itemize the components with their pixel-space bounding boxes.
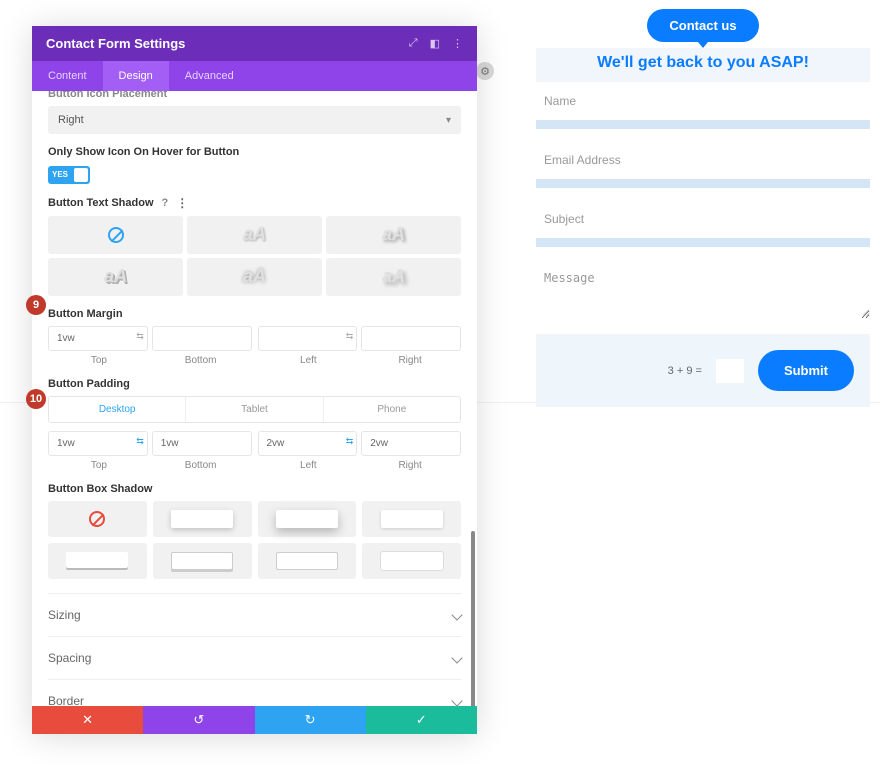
box-shadow-7[interactable]	[362, 543, 461, 579]
margin-bottom-input[interactable]	[152, 326, 252, 351]
subject-input[interactable]	[536, 200, 870, 238]
device-desktop[interactable]: Desktop	[49, 397, 185, 422]
confirm-button[interactable]: ✓	[366, 706, 477, 734]
toggle-text: YES	[48, 170, 68, 179]
name-input[interactable]	[536, 82, 870, 120]
link-icon[interactable]: ⇆	[346, 436, 354, 447]
scrollbar[interactable]	[471, 531, 475, 706]
settings-gear-float[interactable]: ⚙	[476, 62, 494, 80]
captcha-input[interactable]	[716, 359, 744, 383]
help-icon[interactable]: ?	[162, 197, 169, 209]
undo-button[interactable]: ↺	[143, 706, 254, 734]
preview-heading-wrap: We'll get back to you ASAP!	[536, 48, 870, 82]
acc-spacing[interactable]: Spacing	[48, 637, 461, 680]
preview-heading: We'll get back to you ASAP!	[536, 54, 870, 72]
chevron-down-icon	[451, 609, 462, 620]
padding-top-input[interactable]	[48, 431, 148, 456]
tab-content[interactable]: Content	[32, 61, 103, 91]
select-caret-icon: ▾	[446, 115, 451, 126]
box-shadow-2[interactable]	[258, 501, 357, 537]
margin-right-input[interactable]	[361, 326, 461, 351]
panel-header: Contact Form Settings ⤢ ◧ ⋮	[32, 26, 477, 61]
chevron-down-icon	[451, 695, 462, 706]
acc-sizing[interactable]: Sizing	[48, 594, 461, 637]
box-shadow-none[interactable]	[48, 501, 147, 537]
redo-button[interactable]: ↻	[255, 706, 366, 734]
text-shadow-2[interactable]: aA	[326, 216, 461, 254]
label-box-shadow: Button Box Shadow	[48, 483, 461, 495]
padding-bottom-input[interactable]	[152, 431, 252, 456]
text-shadow-4[interactable]: aA	[187, 258, 322, 296]
email-input[interactable]	[536, 141, 870, 179]
icon-placement-select[interactable]: Right ▾	[48, 106, 461, 134]
label-text-shadow: Button Text Shadow ? ⋮	[48, 196, 461, 210]
label-icon-placement: Button Icon Placement	[48, 91, 461, 100]
panel-title: Contact Form Settings	[46, 36, 185, 51]
link-icon[interactable]: ⇆	[346, 331, 354, 342]
accordion: Sizing Spacing Border Box Shadow Filters	[48, 593, 461, 707]
text-shadow-none[interactable]	[48, 216, 183, 254]
device-tablet[interactable]: Tablet	[185, 397, 322, 422]
padding-left-input[interactable]	[258, 431, 358, 456]
skeleton-line	[536, 238, 870, 247]
label-button-margin: Button Margin	[48, 308, 461, 320]
link-icon[interactable]: ⇆	[136, 436, 144, 447]
device-phone[interactable]: Phone	[323, 397, 460, 422]
menu-dots-icon[interactable]: ⋮	[452, 37, 463, 50]
marker-10: 10	[26, 389, 46, 409]
box-shadow-5[interactable]	[153, 543, 252, 579]
box-shadow-1[interactable]	[153, 501, 252, 537]
contact-us-button[interactable]: Contact us	[647, 9, 758, 42]
resize-handle-icon[interactable]	[860, 306, 870, 316]
marker-9: 9	[26, 295, 46, 315]
options-dots-icon[interactable]: ⋮	[176, 196, 188, 210]
panel-footer: ✕ ↺ ↻ ✓	[32, 706, 477, 734]
ban-icon	[89, 511, 105, 527]
skeleton-line	[536, 120, 870, 129]
icon-placement-value: Right	[58, 114, 84, 126]
text-shadow-1[interactable]: aA	[187, 216, 322, 254]
label-hover-icon: Only Show Icon On Hover for Button	[48, 146, 461, 158]
box-shadow-6[interactable]	[258, 543, 357, 579]
tab-advanced[interactable]: Advanced	[169, 61, 250, 91]
tabs: Content Design Advanced	[32, 61, 477, 91]
tab-design[interactable]: Design	[103, 61, 169, 91]
text-shadow-3[interactable]: aA	[48, 258, 183, 296]
captcha-row: 3 + 9 = Submit	[536, 334, 870, 407]
ban-icon	[108, 227, 124, 243]
margin-top-input[interactable]	[48, 326, 148, 351]
grid-icon[interactable]: ◧	[430, 37, 440, 50]
message-textarea[interactable]	[536, 259, 870, 319]
acc-border[interactable]: Border	[48, 680, 461, 707]
box-shadow-grid	[48, 501, 461, 579]
hover-toggle[interactable]: YES	[48, 166, 90, 184]
panel-body: Button Icon Placement Right ▾ Only Show …	[32, 91, 477, 706]
device-tabs: Desktop Tablet Phone	[48, 396, 461, 423]
captcha-text: 3 + 9 =	[668, 365, 702, 377]
toggle-knob	[74, 168, 88, 182]
text-shadow-5[interactable]: aA	[326, 258, 461, 296]
padding-inputs: ⇆ Top Bottom ⇆ Left Right	[48, 431, 461, 471]
submit-button[interactable]: Submit	[758, 350, 854, 391]
settings-panel: Contact Form Settings ⤢ ◧ ⋮ Content Desi…	[32, 26, 477, 734]
margin-left-input[interactable]	[258, 326, 358, 351]
margin-inputs: ⇆ Top Bottom ⇆ Left Right	[48, 326, 461, 366]
text-shadow-grid: aA aA aA aA aA	[48, 216, 461, 296]
padding-right-input[interactable]	[361, 431, 461, 456]
form-preview: Contact us We'll get back to you ASAP! 3…	[536, 9, 870, 407]
chevron-down-icon	[451, 652, 462, 663]
cancel-button[interactable]: ✕	[32, 706, 143, 734]
label-button-padding: Button Padding	[48, 378, 461, 390]
box-shadow-4[interactable]	[48, 543, 147, 579]
link-icon[interactable]: ⇆	[136, 331, 144, 342]
box-shadow-3[interactable]	[362, 501, 461, 537]
skeleton-line	[536, 179, 870, 188]
expand-icon[interactable]: ⤢	[409, 37, 418, 50]
